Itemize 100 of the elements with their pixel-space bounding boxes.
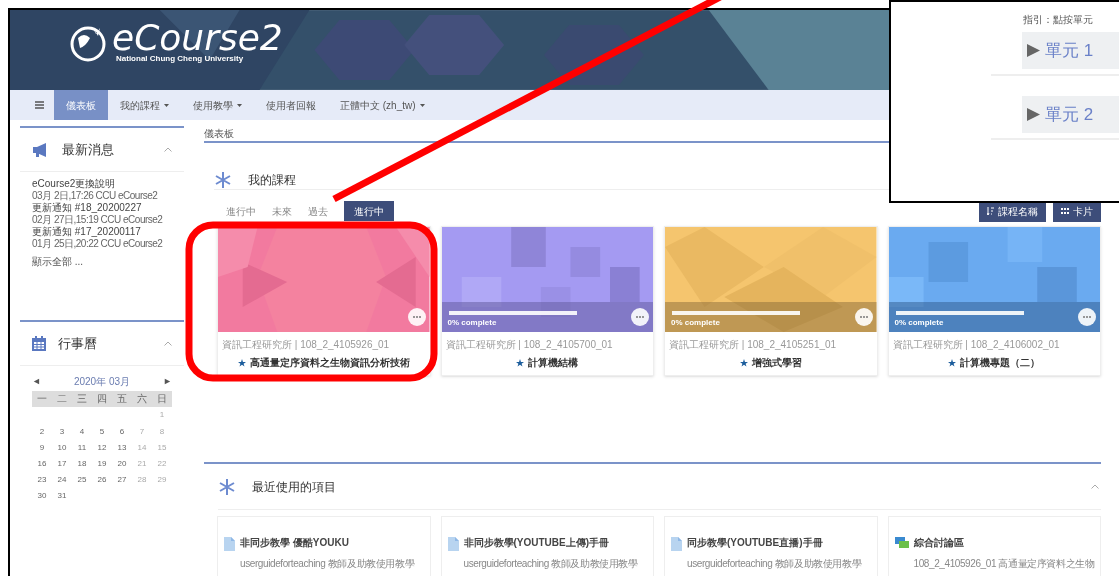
block-title: 最新消息: [62, 140, 115, 159]
course-card[interactable]: 0% complete 資訊工程研究所 | 108_2_4106002_01 計算機專題（二）: [887, 226, 1101, 376]
calendar-day[interactable]: 24: [52, 472, 72, 488]
calendar-day[interactable]: 19: [92, 456, 112, 472]
course-tab[interactable]: 未來: [264, 201, 300, 221]
play-icon: [1026, 43, 1041, 58]
recent-item-card[interactable]: 非同步教學 優酷YOUKU userguideforteaching 教師及助教使用教學: [217, 516, 431, 576]
logo-text: eCourse2: [112, 20, 283, 56]
next-month-link[interactable]: ►: [163, 374, 172, 389]
calendar-day[interactable]: 2: [32, 424, 52, 440]
calendar-day[interactable]: 10: [52, 440, 72, 456]
recent-item-link[interactable]: 非同步教學 優酷YOUKU: [240, 535, 349, 550]
news-meta: 02月 27日,15:19 CCU eCourse2: [32, 214, 163, 226]
course-card[interactable]: 0% complete 資訊工程研究所 | 108_2_4105700_01 計算機結構: [440, 226, 654, 376]
nav-item[interactable]: 正體中文 (zh_tw): [328, 90, 437, 120]
asterisk-icon: [218, 477, 236, 496]
chat-icon: [894, 537, 909, 549]
course-tab[interactable]: 過去: [300, 201, 336, 221]
course-category: 資訊工程研究所 | 108_2_4105251_01: [668, 338, 838, 352]
recent-item-subtitle: userguideforteaching 教師及助教使用教學: [240, 557, 415, 571]
course-category: 資訊工程研究所 | 108_2_4105926_01: [221, 338, 391, 352]
recent-item-link[interactable]: 非同步教學(YOUTUBE上傳)手冊: [463, 535, 610, 550]
calendar-day[interactable]: 5: [92, 424, 112, 440]
recent-item-card[interactable]: 非同步教學(YOUTUBE上傳)手冊 userguideforteaching 教師及助教使用教學: [440, 516, 654, 576]
news-meta: 03月 2日,17:26 CCU eCourse2: [32, 190, 158, 202]
recent-item-subtitle: userguideforteaching 教師及助教使用教學: [687, 557, 862, 571]
nav-item[interactable]: 使用教學: [181, 90, 254, 120]
recent-item-subtitle: 108_2_4105926_01 高通量定序資料之生物: [913, 557, 1095, 571]
progress-text: 0% complete: [671, 318, 720, 328]
filter-dropdown[interactable]: 進行中: [344, 201, 394, 221]
show-all-link[interactable]: 顯示全部 ...: [32, 254, 84, 269]
calendar-day[interactable]: 18: [72, 456, 92, 472]
month-title: 2020年 03月: [73, 375, 131, 389]
collapse-icon[interactable]: [1091, 484, 1099, 489]
logo-subtitle: National Chung Cheng University: [116, 55, 245, 63]
document-icon: [447, 537, 459, 551]
weekday-header: 五: [112, 391, 132, 407]
breadcrumb-link[interactable]: 儀表板: [204, 126, 234, 141]
nav-item[interactable]: 我的課程: [108, 90, 181, 120]
course-card[interactable]: 資訊工程研究所 | 108_2_4105926_01 高通量定序資料之生物資訊分析技術: [217, 226, 431, 376]
unit-row[interactable]: 單元 1: [1022, 32, 1119, 69]
calendar-day[interactable]: 6: [112, 424, 132, 440]
section-title: 我的課程: [248, 172, 296, 189]
calendar-day[interactable]: 27: [112, 472, 132, 488]
course-category: 資訊工程研究所 | 108_2_4105700_01: [444, 338, 614, 352]
block-title: 行事曆: [58, 334, 98, 353]
recent-item-card[interactable]: 綜合討論區 108_2_4105926_01 高通量定序資料之生物: [887, 516, 1101, 576]
calendar-day[interactable]: 16: [32, 456, 52, 472]
document-icon: [224, 537, 235, 551]
calendar-day[interactable]: 20: [112, 456, 132, 472]
course-tab[interactable]: 進行中: [218, 201, 264, 221]
calendar-day[interactable]: 3: [52, 424, 72, 440]
hint-text: 指引：點按單元: [1023, 13, 1093, 27]
section-title: 最近使用的項目: [252, 478, 337, 496]
course-title-link[interactable]: 高通量定序資料之生物資訊分析技術: [249, 355, 410, 370]
course-title-link[interactable]: 增強式學習: [751, 355, 802, 370]
news-meta: 01月 25日,20:22 CCU eCourse2: [32, 238, 163, 250]
recent-item-card[interactable]: 同步教學(YOUTUBE直播)手冊 userguideforteaching 教師及助教使用教學: [664, 516, 878, 576]
nav-item[interactable]: 使用者回報: [254, 90, 328, 120]
course-card[interactable]: 0% complete 資訊工程研究所 | 108_2_4105251_01 增強式學習: [664, 226, 878, 376]
news-link[interactable]: 更新通知 #17_20200117: [32, 226, 141, 238]
star-icon[interactable]: [739, 358, 748, 367]
calendar-day[interactable]: 26: [92, 472, 112, 488]
calendar-day[interactable]: 17: [52, 456, 72, 472]
news-link[interactable]: 更新通知 #18_20200227: [32, 202, 142, 214]
sort-icon: [987, 207, 994, 215]
weekday-header: 一: [32, 391, 52, 407]
asterisk-icon: [214, 171, 232, 189]
calendar-day[interactable]: 9: [32, 440, 52, 456]
weekday-header: 六: [132, 391, 152, 407]
calendar-day[interactable]: 13: [112, 440, 132, 456]
star-icon[interactable]: [516, 358, 525, 367]
recent-item-link[interactable]: 綜合討論區: [913, 535, 964, 550]
weekday-header: 二: [52, 391, 72, 407]
collapse-icon[interactable]: [164, 147, 172, 152]
progress-text: 0% complete: [894, 318, 944, 328]
recent-item-link[interactable]: 同步教學(YOUTUBE直播)手冊: [687, 535, 823, 550]
course-title-link[interactable]: 計算機結構: [528, 355, 579, 370]
calendar-day[interactable]: 30: [32, 488, 52, 504]
document-icon: [671, 537, 682, 551]
unit-row[interactable]: 單元 2: [1022, 96, 1119, 133]
weekday-header: 三: [72, 391, 92, 407]
calendar-icon: [32, 336, 46, 351]
star-icon[interactable]: [237, 358, 246, 367]
calendar-day[interactable]: 12: [92, 440, 112, 456]
calendar-day[interactable]: 4: [72, 424, 92, 440]
calendar-day[interactable]: 23: [32, 472, 52, 488]
calendar-day[interactable]: 25: [72, 472, 92, 488]
star-icon[interactable]: [948, 358, 957, 367]
calendar-day[interactable]: 31: [52, 488, 72, 504]
weekday-header: 日: [152, 391, 172, 407]
recent-item-subtitle: userguideforteaching 教師及助教使用教學: [463, 557, 638, 571]
previous-month-link[interactable]: ◄: [32, 374, 41, 389]
news-link[interactable]: eCourse2更換說明: [32, 178, 116, 190]
progress-text: 0% complete: [447, 318, 497, 328]
course-title-link[interactable]: 計算機專題（二）: [960, 355, 1041, 370]
collapse-icon[interactable]: [164, 341, 172, 346]
course-category: 資訊工程研究所 | 108_2_4106002_01: [891, 338, 1061, 352]
calendar-day[interactable]: 11: [72, 440, 92, 456]
grid-icon: [1061, 207, 1069, 215]
